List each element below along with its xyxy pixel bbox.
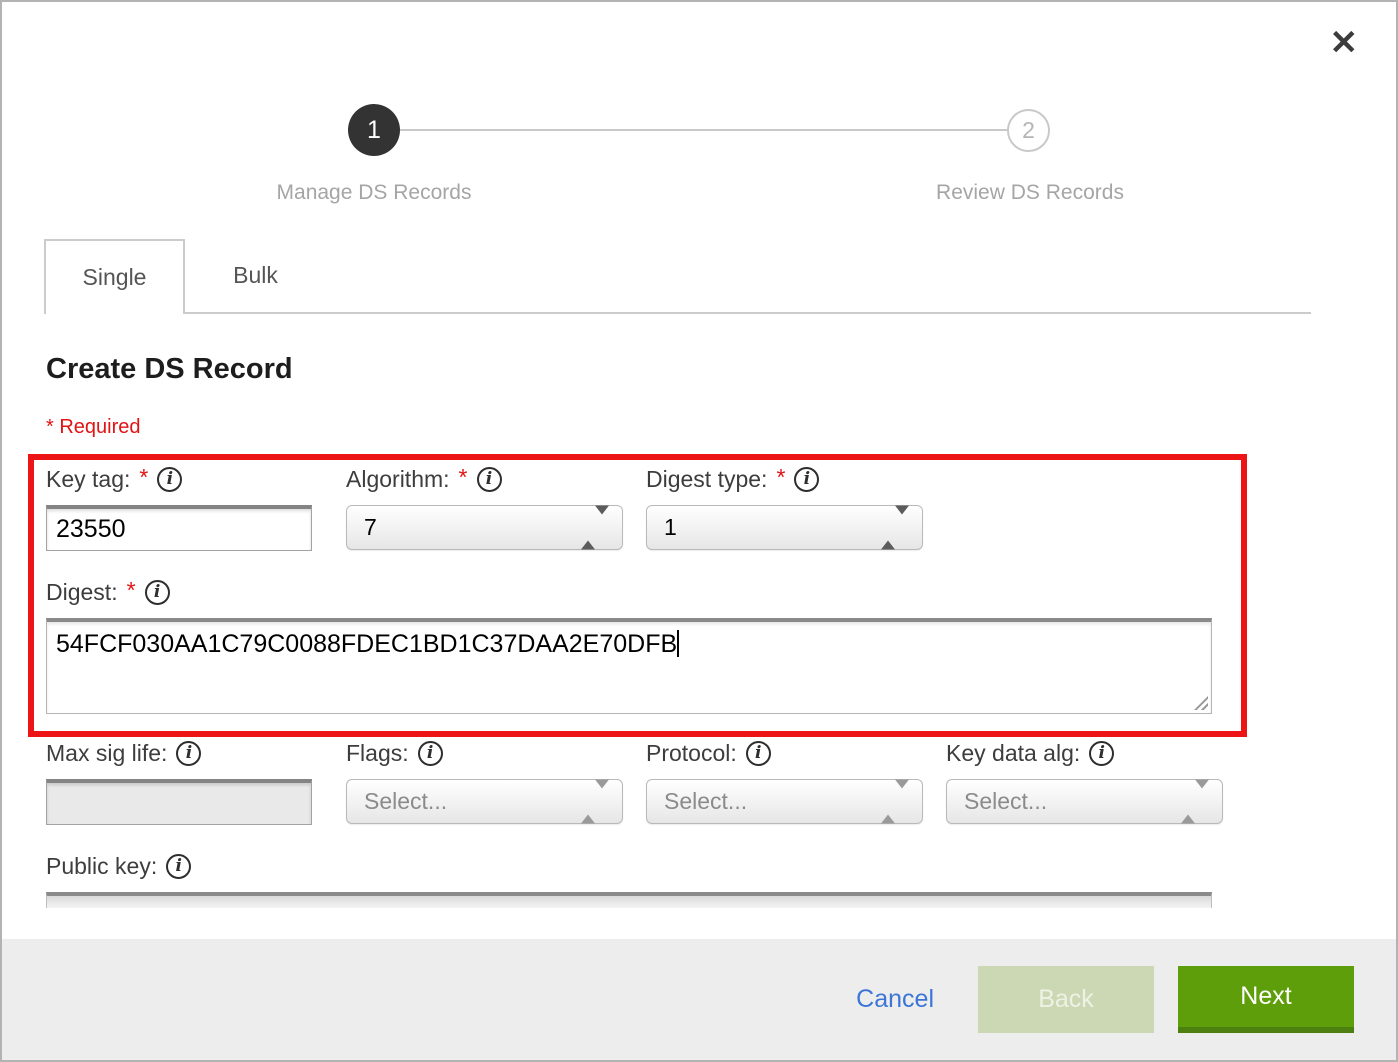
create-ds-record-modal: ✕ 1 2 Manage DS Records Review DS Record…	[0, 0, 1398, 1062]
protocol-select-value: Select...	[664, 788, 747, 815]
field-public-key: Public key: i	[46, 852, 1358, 908]
field-key-tag: Key tag: * i	[46, 465, 346, 551]
key-tag-input[interactable]	[46, 505, 312, 551]
stepper-connector-line	[398, 129, 1010, 131]
next-button[interactable]: Next	[1178, 966, 1354, 1033]
key-data-alg-label: Key data alg:	[946, 740, 1080, 767]
max-sig-life-info-icon[interactable]: i	[176, 741, 201, 766]
text-caret	[677, 630, 679, 657]
algorithm-select-value: 7	[364, 514, 377, 541]
stepper: 1 2 Manage DS Records Review DS Records	[2, 102, 1396, 217]
select-spinner-icon	[581, 788, 609, 815]
algorithm-label: Algorithm:	[346, 466, 450, 493]
key-data-alg-select[interactable]: Select...	[946, 779, 1223, 824]
field-key-data-alg: Key data alg: i Select...	[946, 739, 1246, 825]
row-digest: Digest: * i 54FCF030AA1C79C0088FDEC1BD1C…	[46, 578, 1358, 714]
field-digest-type: Digest type: * i 1	[646, 465, 946, 551]
digest-required-asterisk: *	[127, 577, 136, 604]
digest-type-select-value: 1	[664, 514, 677, 541]
tab-bar: Single Bulk	[44, 239, 1311, 314]
form-area: Create DS Record * Required Key tag: * i…	[46, 353, 1358, 908]
cancel-button[interactable]: Cancel	[856, 985, 934, 1014]
flags-select-value: Select...	[364, 788, 447, 815]
public-key-info-icon[interactable]: i	[166, 854, 191, 879]
resize-handle-icon[interactable]	[1194, 696, 1208, 710]
algorithm-select[interactable]: 7	[346, 505, 623, 550]
protocol-label: Protocol:	[646, 740, 737, 767]
digest-type-label: Digest type:	[646, 466, 767, 493]
key-tag-info-icon[interactable]: i	[157, 467, 182, 492]
flags-select[interactable]: Select...	[346, 779, 623, 824]
close-icon[interactable]: ✕	[1330, 26, 1359, 60]
digest-label: Digest:	[46, 579, 118, 606]
select-spinner-icon	[881, 788, 909, 815]
key-data-alg-info-icon[interactable]: i	[1089, 741, 1114, 766]
protocol-info-icon[interactable]: i	[746, 741, 771, 766]
digest-info-icon[interactable]: i	[145, 580, 170, 605]
select-spinner-icon	[881, 514, 909, 541]
step-1-circle: 1	[348, 104, 400, 156]
public-key-textarea[interactable]	[46, 892, 1212, 908]
row-key-tag-algorithm-digest-type: Key tag: * i Algorithm: * i 7	[46, 465, 1358, 551]
step-2-label: Review DS Records	[780, 181, 1280, 205]
field-flags: Flags: i Select...	[346, 739, 646, 825]
digest-value: 54FCF030AA1C79C0088FDEC1BD1C37DAA2E70DFB	[56, 630, 677, 658]
row-public-key: Public key: i	[46, 852, 1358, 908]
page-title: Create DS Record	[46, 353, 1358, 386]
public-key-label: Public key:	[46, 853, 157, 880]
back-button[interactable]: Back	[978, 966, 1154, 1033]
digest-type-select[interactable]: 1	[646, 505, 923, 550]
key-data-alg-select-value: Select...	[964, 788, 1047, 815]
step-1-label: Manage DS Records	[124, 181, 624, 205]
protocol-select[interactable]: Select...	[646, 779, 923, 824]
select-spinner-icon	[1181, 788, 1209, 815]
footer: Cancel Back Next	[2, 939, 1396, 1060]
algorithm-required-asterisk: *	[459, 464, 468, 491]
field-max-sig-life: Max sig life: i	[46, 739, 346, 825]
max-sig-life-label: Max sig life:	[46, 740, 167, 767]
flags-info-icon[interactable]: i	[418, 741, 443, 766]
digest-type-info-icon[interactable]: i	[794, 467, 819, 492]
digest-textarea[interactable]: 54FCF030AA1C79C0088FDEC1BD1C37DAA2E70DFB	[46, 618, 1212, 714]
select-spinner-icon	[581, 514, 609, 541]
algorithm-info-icon[interactable]: i	[477, 467, 502, 492]
flags-label: Flags:	[346, 740, 409, 767]
digest-type-required-asterisk: *	[776, 464, 785, 491]
row-optional-fields: Max sig life: i Flags: i Select... Proto…	[46, 739, 1358, 825]
tab-single[interactable]: Single	[44, 239, 185, 314]
field-digest: Digest: * i 54FCF030AA1C79C0088FDEC1BD1C…	[46, 578, 1358, 714]
tab-bulk[interactable]: Bulk	[185, 239, 326, 312]
key-tag-required-asterisk: *	[139, 464, 148, 491]
required-note: * Required	[46, 416, 1358, 439]
field-algorithm: Algorithm: * i 7	[346, 465, 646, 551]
field-protocol: Protocol: i Select...	[646, 739, 946, 825]
key-tag-label: Key tag:	[46, 466, 130, 493]
step-2-circle: 2	[1007, 109, 1050, 152]
max-sig-life-input[interactable]	[46, 779, 312, 825]
